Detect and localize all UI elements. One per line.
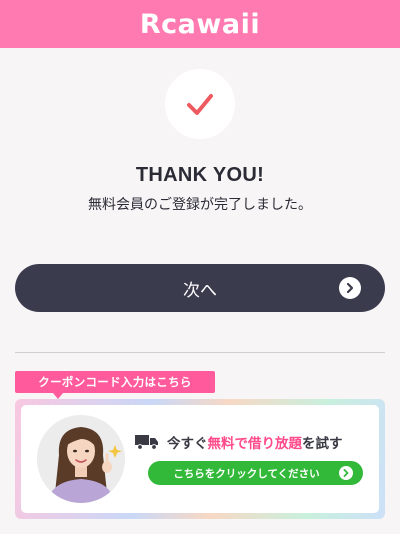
registration-complete-page: Rcawaii THANK YOU! 無料会員のご登録が完了しました。 次へ ク… bbox=[0, 0, 400, 534]
coupon-tag-label: クーポンコード入力はこちら bbox=[38, 375, 192, 389]
free-trial-banner[interactable]: 今すぐ 無料で借り放題 を試す こちらをクリックしてください bbox=[15, 399, 385, 519]
section-divider bbox=[15, 352, 385, 353]
next-button[interactable]: 次へ bbox=[15, 264, 385, 312]
next-button-label: 次へ bbox=[183, 280, 217, 301]
promo-text-prefix: 今すぐ bbox=[167, 436, 208, 452]
promo-text-highlight: 無料で借り放題 bbox=[207, 436, 303, 452]
thank-you-heading: THANK YOU! bbox=[135, 164, 265, 186]
brand-logo[interactable]: Rcawaii bbox=[140, 9, 260, 40]
banner-card: 今すぐ 無料で借り放題 を試す こちらをクリックしてください bbox=[21, 405, 379, 513]
delivery-truck-icon bbox=[135, 435, 158, 450]
header-bar: Rcawaii bbox=[0, 0, 400, 48]
click-here-label: こちらをクリックしてください bbox=[173, 467, 320, 480]
check-icon bbox=[187, 94, 213, 115]
coupon-code-tag[interactable]: クーポンコード入力はこちら bbox=[15, 371, 215, 399]
chevron-right-circle-icon bbox=[339, 277, 361, 299]
click-here-button[interactable]: こちらをクリックしてください bbox=[148, 461, 363, 485]
chevron-right-circle-icon bbox=[339, 466, 353, 480]
registration-complete-message: 無料会員のご登録が完了しました。 bbox=[88, 197, 312, 213]
free-trial-text: 今すぐ 無料で借り放題 を試す bbox=[135, 432, 375, 452]
success-badge bbox=[165, 69, 235, 139]
promo-text-suffix: を試す bbox=[302, 436, 343, 452]
model-photo bbox=[37, 415, 125, 503]
